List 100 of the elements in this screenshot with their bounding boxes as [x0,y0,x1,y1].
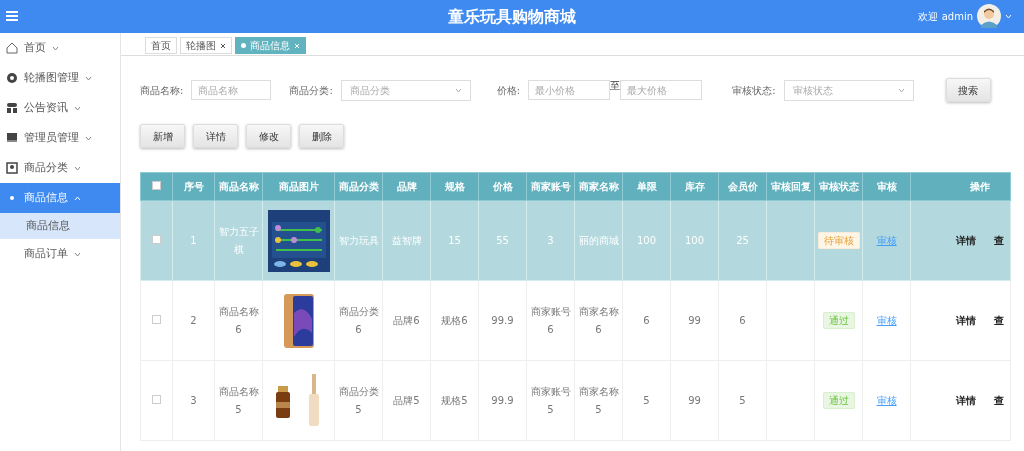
table-cell: 商家名称6 [578,305,619,335]
chevron-icon [897,87,905,93]
chevron-icon [85,135,92,141]
sidebar-item[interactable]: 轮播图管理 [0,63,120,93]
table-cell: 规格6 [441,314,468,326]
table-cell: 15 [448,234,461,246]
column-header: 审核状态 [814,172,863,201]
action-button[interactable]: 删除 [299,124,344,148]
table-cell: 规格5 [441,394,468,406]
column-header: 价格 [478,172,527,201]
table-cell: 3 [190,394,197,406]
table-cell: 品牌6 [393,314,420,326]
table-cell: 25 [736,234,749,246]
column-header: 商品图片 [262,172,335,201]
filter-label: 商品名称: [140,83,184,98]
welcome-text: 欢迎 admin [918,9,973,24]
table-cell: 99.9 [491,394,514,406]
sidebar-item[interactable]: 首页 [0,33,120,63]
sidebar-item[interactable]: 商品分类 [0,153,120,183]
table-cell: 99 [688,394,701,406]
filter-label: 价格: [496,83,521,98]
table-cell: 3 [547,234,554,246]
table-cell: 商家账号5 [530,385,571,415]
sidebar-item[interactable]: 公告资讯 [0,93,120,123]
search-button[interactable]: 搜索 [945,78,991,102]
checkbox[interactable] [152,234,161,244]
table-cell: 商家账号6 [530,305,571,335]
operation-link[interactable]: 查 [994,234,1004,246]
column-header: 规格 [430,172,479,201]
range-separator: 至 [610,79,621,93]
table-cell: 商品名称6 [218,305,259,335]
table-cell: 99 [688,314,701,326]
column-header: 审核 [862,172,911,201]
table-cell: 商家名称5 [578,385,619,415]
table-cell: 1 [190,234,197,246]
caret-icon[interactable] [1005,13,1012,19]
sidebar-item[interactable]: 商品订单 [0,239,120,269]
checkbox[interactable] [152,394,161,404]
close-icon[interactable] [220,42,226,49]
column-header: 会员价 [718,172,767,201]
people-icon [6,102,18,114]
operation-link[interactable]: 查 [994,394,1004,406]
table-cell: 商品分类6 [338,305,379,335]
operation-link[interactable]: 详情 [956,394,976,406]
table-cell: 5 [739,394,746,406]
column-header: 品牌 [382,172,431,201]
table-cell: 100 [636,234,657,246]
column-header: 操作 [910,172,1011,201]
chevron-icon [85,75,92,81]
chevron-icon [454,87,462,93]
checkbox[interactable] [152,314,161,324]
status-badge: 通过 [822,391,855,409]
table-cell: 6 [739,314,746,326]
chevron-icon [52,45,59,51]
chevron-icon [74,165,81,171]
operation-link[interactable]: 详情 [956,234,976,246]
column-header: 审核回复 [766,172,815,201]
table-cell: 品牌5 [393,394,420,406]
app-title: 童乐玩具购物商城 [448,5,576,28]
dot-icon [241,43,246,48]
chevron-icon [74,105,81,111]
menu-icon[interactable] [6,11,18,21]
column-header: 单限 [622,172,671,201]
column-header: 商家账号 [526,172,575,201]
avatar-icon[interactable] [977,4,1001,28]
table-cell: 智力五子棋 [218,225,259,255]
table-cell: 99.9 [491,314,514,326]
sidebar-item[interactable]: 管理员管理 [0,123,120,153]
column-header: 商家名称 [574,172,623,201]
table-cell: 商品名称5 [218,385,259,415]
filter-label: 审核状态: [732,83,776,98]
tab[interactable]: 首页 [145,37,177,54]
home-icon [6,42,18,54]
table-cell: 益智牌 [391,234,422,246]
monitor-icon [6,132,18,144]
circle-icon [6,72,18,84]
action-button[interactable]: 详情 [193,124,238,148]
operation-link[interactable]: 查 [994,314,1004,326]
checkbox[interactable] [152,181,161,190]
operation-link[interactable]: 详情 [956,314,976,326]
table-cell: 丽的商城 [578,234,619,246]
action-button[interactable]: 新增 [140,124,185,148]
sidebar-subitem[interactable]: 商品信息 [0,213,120,239]
column-header: 序号 [172,172,215,201]
column-header: 库存 [670,172,719,201]
action-button[interactable]: 修改 [246,124,291,148]
input-field[interactable]: 商品名称 [191,80,272,100]
chevron-icon [74,195,81,201]
status-badge: 通过 [822,311,855,329]
input-field[interactable]: 最小价格 [528,80,611,100]
chevron-icon [74,251,81,257]
status-badge: 待审核 [817,231,860,249]
filter-label: 商品分类: [289,83,333,98]
tab[interactable]: 轮播图 [180,37,232,54]
input-field[interactable]: 最大价格 [620,80,703,100]
column-header: 商品名称 [214,172,263,201]
id-card-icon [6,162,18,174]
table-cell: 商品分类5 [338,385,379,415]
table-cell: 6 [643,314,650,326]
table-cell: 100 [684,234,705,246]
